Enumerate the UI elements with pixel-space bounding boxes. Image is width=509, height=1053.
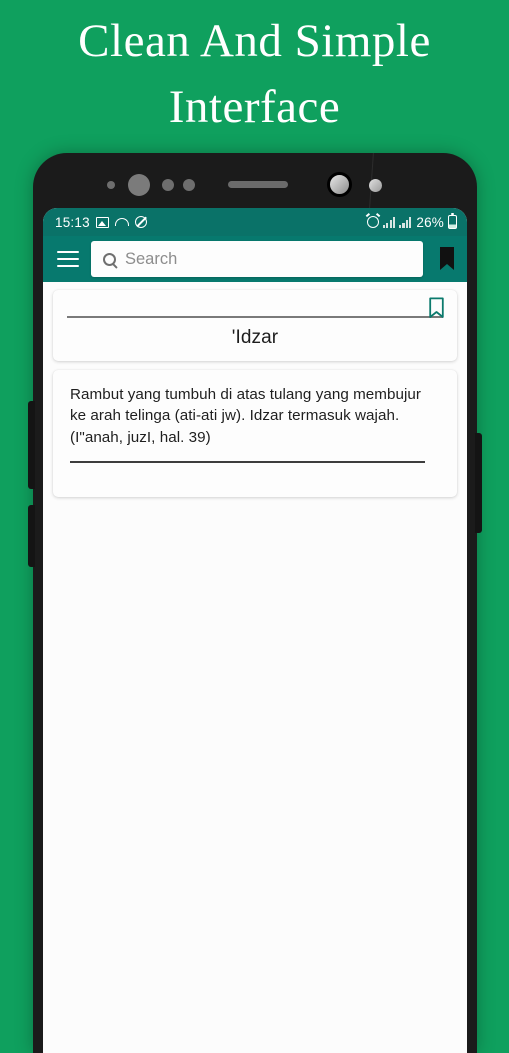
battery-icon <box>448 212 457 229</box>
status-bar: 15:13 26% <box>43 208 467 236</box>
entry-definition-card[interactable]: Rambut yang tumbuh di atas tulang yang m… <box>53 369 457 497</box>
proximity-sensor-icon <box>128 174 150 196</box>
sensor-dot-icon <box>162 179 174 191</box>
volume-up-button[interactable] <box>28 401 35 489</box>
phone-mockup: 15:13 26% Search 'Idzar Rambut yang tumb… <box>28 153 482 1053</box>
shield-block-icon <box>134 216 147 228</box>
front-camera-icon <box>327 172 352 197</box>
content-area: 'Idzar Rambut yang tumbuh di atas tulang… <box>43 282 467 1053</box>
entry-title-card[interactable]: 'Idzar <box>53 290 457 361</box>
alarm-icon <box>366 216 379 228</box>
bookmark-filled-icon[interactable] <box>437 246 457 272</box>
phone-top-bezel <box>33 153 477 208</box>
sensor-dot-icon <box>107 181 115 189</box>
search-icon <box>103 252 116 266</box>
image-icon <box>95 216 109 228</box>
bookmark-outline-icon[interactable] <box>428 297 445 319</box>
signal-bars-icon <box>382 216 396 228</box>
status-bar-left: 15:13 <box>55 215 147 230</box>
search-placeholder: Search <box>125 249 178 268</box>
power-button[interactable] <box>475 433 482 533</box>
status-bar-right: 26% <box>366 212 457 230</box>
definition-spacer <box>70 463 440 481</box>
search-input[interactable]: Search <box>91 241 423 277</box>
app-toolbar: Search <box>43 236 467 282</box>
entry-title: 'Idzar <box>231 326 279 348</box>
entry-definition-text: Rambut yang tumbuh di atas tulang yang m… <box>70 385 422 446</box>
earpiece-speaker <box>228 181 288 188</box>
battery-percent: 26% <box>416 214 444 230</box>
cloud-icon <box>114 218 129 226</box>
hamburger-menu-icon[interactable] <box>57 251 79 267</box>
volume-down-button[interactable] <box>28 505 35 567</box>
phone-screen: 15:13 26% Search 'Idzar Rambut yang tumb… <box>43 208 467 1053</box>
status-time: 15:13 <box>55 214 90 230</box>
signal-bars-icon <box>399 216 412 228</box>
sensor-dot-icon <box>183 179 195 191</box>
promo-heading: Clean And Simple Interface <box>78 15 431 133</box>
